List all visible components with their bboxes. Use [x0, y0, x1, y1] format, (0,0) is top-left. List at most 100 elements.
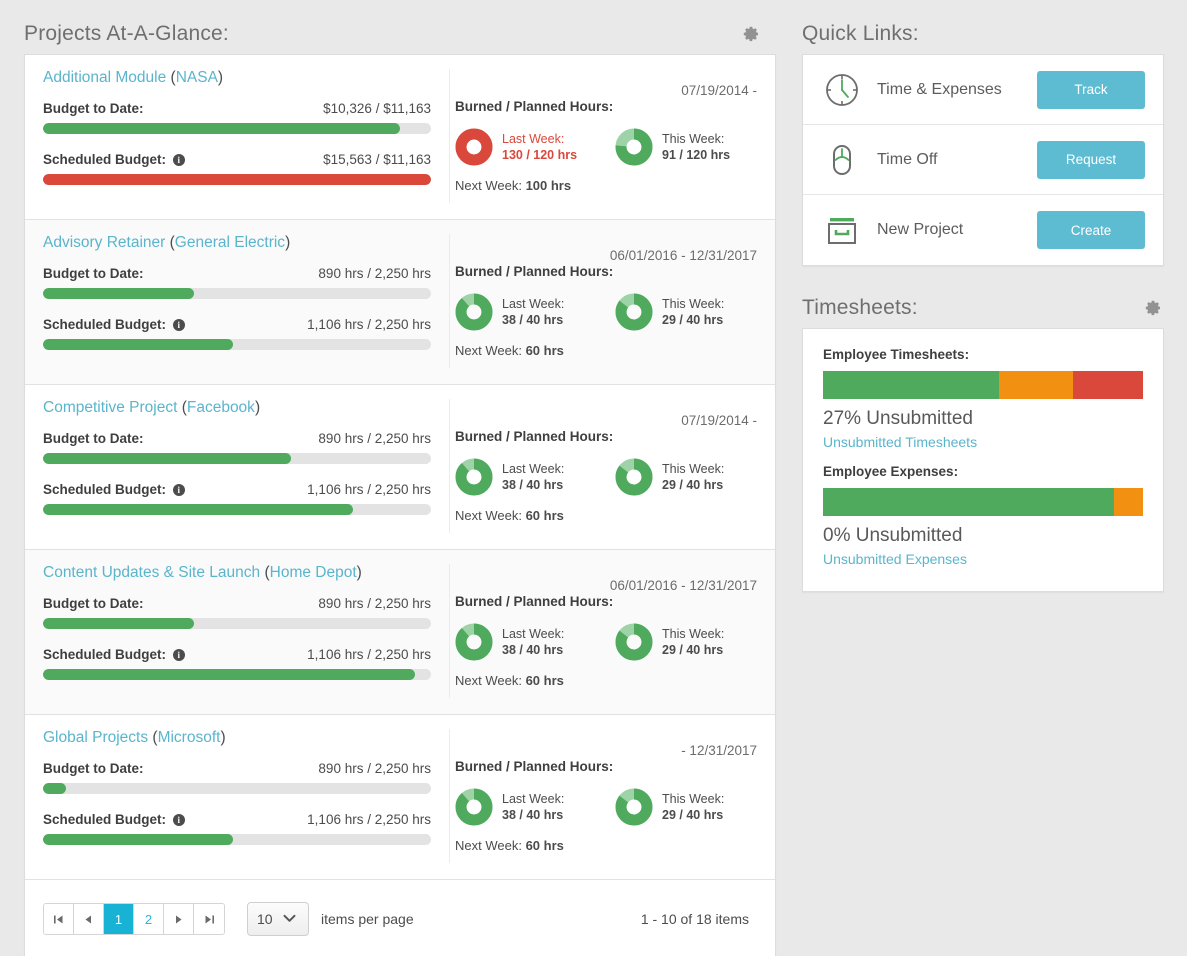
page-button-2[interactable]: 2 [134, 904, 164, 934]
this-week-donut-icon [615, 293, 653, 331]
scheduled-budget-row: Scheduled Budget: i 1,106 hrs / 2,250 hrs [43, 482, 431, 497]
chevron-down-icon [283, 910, 296, 928]
project-title[interactable]: Advisory Retainer (General Electric) [43, 234, 431, 252]
project-row: Competitive Project (Facebook) Budget to … [25, 385, 775, 550]
this-week-donut-icon [615, 128, 653, 166]
budget-to-date-bar [43, 618, 431, 629]
project-title[interactable]: Competitive Project (Facebook) [43, 399, 431, 417]
employee-expenses-bar [823, 488, 1143, 516]
budget-to-date-label: Budget to Date: [43, 431, 144, 446]
project-title[interactable]: Global Projects (Microsoft) [43, 729, 431, 747]
gear-icon[interactable] [742, 25, 760, 43]
request-button[interactable]: Request [1037, 140, 1145, 179]
last-week-label: Last Week: 38 / 40 hrs [502, 297, 565, 327]
last-week-donut-icon [455, 293, 493, 331]
project-name: Additional Module [43, 69, 167, 86]
project-budget-section: Advisory Retainer (General Electric) Budg… [25, 234, 449, 368]
quick-links-title: Quick Links: [802, 22, 919, 45]
this-week-donut-icon [615, 623, 653, 661]
last-page-button[interactable] [194, 904, 224, 934]
bar-segment [823, 371, 999, 399]
this-week-metric: This Week: 29 / 40 hrs [615, 623, 757, 661]
last-week-metric: Last Week: 130 / 120 hrs [455, 128, 597, 166]
project-name: Competitive Project [43, 399, 178, 416]
create-button[interactable]: Create [1037, 211, 1145, 249]
burned-planned-label: Burned / Planned Hours: [455, 759, 614, 774]
project-row: Advisory Retainer (General Electric) Budg… [25, 220, 775, 385]
items-per-page-select[interactable]: 10 [247, 902, 309, 936]
quick-link-label: Time Off [877, 150, 938, 168]
this-week-label: This Week: 29 / 40 hrs [662, 792, 725, 822]
scheduled-budget-value: 1,106 hrs / 2,250 hrs [307, 647, 431, 662]
projects-panel-header: Projects At-A-Glance: [24, 14, 776, 54]
items-per-page-label: items per page [321, 911, 414, 927]
project-date-range: 06/01/2016 - 12/31/2017 [609, 248, 757, 263]
page-button-1[interactable]: 1 [104, 904, 134, 934]
project-row: Global Projects (Microsoft) Budget to Dat… [25, 715, 775, 880]
employee-timesheets-percent: 27% Unsubmitted [823, 408, 973, 429]
project-client[interactable]: Home Depot [270, 564, 357, 581]
bar-segment [1072, 371, 1143, 399]
quick-link-row[interactable]: Time Off Request [803, 125, 1163, 195]
gear-icon[interactable] [1144, 299, 1162, 317]
quick-link-label: Time & Expenses [877, 80, 1002, 98]
bar-fill [43, 288, 195, 299]
info-icon[interactable]: i [172, 649, 185, 661]
project-budget-section: Competitive Project (Facebook) Budget to … [25, 399, 449, 533]
last-week-metric: Last Week: 38 / 40 hrs [455, 788, 597, 826]
timesheets-header: Timesheets: [802, 288, 1164, 328]
first-page-button[interactable] [44, 904, 74, 934]
previous-page-button[interactable] [74, 904, 104, 934]
quick-link-row[interactable]: New Project Create [803, 195, 1163, 265]
burned-planned-label: Burned / Planned Hours: [455, 264, 614, 279]
scheduled-budget-label: Scheduled Budget: i [43, 812, 185, 827]
projects-list: Additional Module (NASA) Budget to Date: $… [25, 54, 775, 880]
unsubmitted-timesheets-link[interactable]: Unsubmitted Timesheets [823, 434, 1143, 450]
employee-expenses-percent: 0% Unsubmitted [823, 525, 963, 546]
donut-group: Last Week: 38 / 40 hrs This Week: 29 / 40 h… [455, 623, 757, 661]
next-week-row: Next Week: 60 hrs [455, 838, 564, 853]
burned-planned-label: Burned / Planned Hours: [455, 99, 614, 114]
project-row: Content Updates & Site Launch (Home Depo… [25, 550, 775, 715]
page-title: Projects At-A-Glance: [24, 22, 229, 45]
budget-to-date-row: Budget to Date: 890 hrs / 2,250 hrs [43, 266, 431, 281]
project-client[interactable]: NASA [176, 69, 218, 86]
right-column: Quick Links: Time & Expenses Track Time … [802, 14, 1164, 592]
quick-link-label: New Project [877, 221, 964, 238]
project-title[interactable]: Content Updates & Site Launch (Home Depo… [43, 564, 431, 582]
track-button[interactable]: Track [1037, 70, 1145, 109]
items-per-page-value: 10 [257, 911, 273, 927]
project-client[interactable]: Microsoft [158, 729, 221, 746]
quick-link-row[interactable]: Time & Expenses Track [803, 55, 1163, 125]
bar-fill [43, 618, 195, 629]
info-icon[interactable]: i [172, 154, 185, 166]
clock-icon [821, 70, 863, 110]
pagination-footer: 1 2 10 items per page 1 - 10 of 18 items [25, 880, 775, 956]
info-icon[interactable]: i [172, 484, 185, 496]
project-name: Advisory Retainer [43, 234, 166, 251]
project-client[interactable]: General Electric [175, 234, 285, 251]
next-page-button[interactable] [164, 904, 194, 934]
project-title[interactable]: Additional Module (NASA) [43, 69, 431, 87]
last-week-label: Last Week: 130 / 120 hrs [502, 132, 578, 162]
info-icon[interactable]: i [172, 319, 185, 331]
scheduled-budget-label: Scheduled Budget: i [43, 647, 185, 662]
timesheets-title: Timesheets: [802, 296, 918, 319]
unsubmitted-expenses-link[interactable]: Unsubmitted Expenses [823, 551, 1143, 567]
donut-group: Last Week: 38 / 40 hrs This Week: 29 / 40 h… [455, 293, 757, 331]
employee-expenses-label: Employee Expenses: [823, 464, 959, 479]
briefcase-icon [821, 210, 863, 250]
budget-to-date-value: $10,326 / $11,163 [323, 101, 431, 116]
this-week-metric: This Week: 91 / 120 hrs [615, 128, 757, 166]
scheduled-budget-bar [43, 174, 431, 185]
donut-group: Last Week: 130 / 120 hrs This Week: 91 / 12… [455, 128, 757, 166]
project-client[interactable]: Facebook [187, 399, 255, 416]
project-date-range: 07/19/2014 - [681, 83, 757, 98]
project-name: Content Updates & Site Launch [43, 564, 261, 581]
scheduled-budget-row: Scheduled Budget: i $15,563 / $11,163 [43, 152, 431, 167]
this-week-donut-icon [615, 458, 653, 496]
project-budget-section: Content Updates & Site Launch (Home Depo… [25, 564, 449, 698]
scheduled-budget-label: Scheduled Budget: i [43, 152, 185, 167]
budget-to-date-value: 890 hrs / 2,250 hrs [318, 431, 431, 446]
info-icon[interactable]: i [172, 814, 185, 826]
